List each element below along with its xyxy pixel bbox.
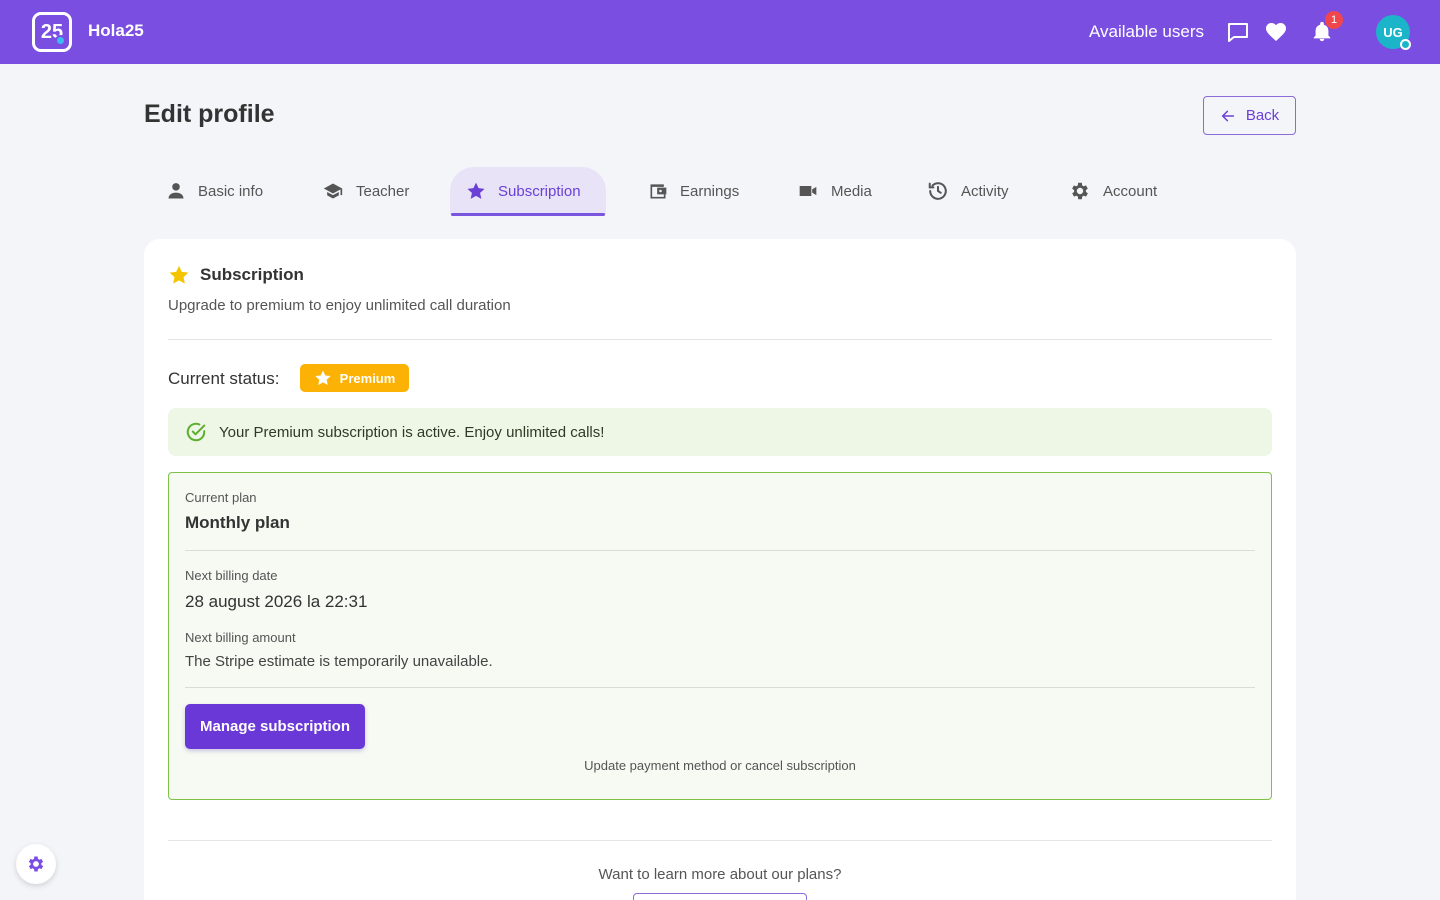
success-alert: Your Premium subscription is active. Enj… bbox=[168, 408, 1272, 456]
graduation-cap-icon bbox=[323, 183, 343, 199]
tab-teacher[interactable]: Teacher bbox=[306, 167, 425, 215]
chat-icon[interactable] bbox=[1225, 19, 1251, 45]
brand-name[interactable]: Hola25 bbox=[88, 21, 144, 41]
section-title-text: Subscription bbox=[200, 265, 304, 284]
tab-earnings[interactable]: Earnings bbox=[632, 167, 755, 215]
tab-label: Teacher bbox=[356, 182, 410, 200]
star-icon bbox=[314, 370, 331, 386]
section-subtitle: Upgrade to premium to enjoy unlimited ca… bbox=[168, 297, 511, 314]
gear-icon bbox=[28, 856, 44, 872]
top-bar: 25 Hola25 Available users 1 UG bbox=[0, 0, 1440, 64]
settings-fab[interactable] bbox=[16, 844, 56, 884]
tab-account[interactable]: Account bbox=[1053, 167, 1173, 215]
tab-label: Earnings bbox=[680, 182, 740, 200]
tab-subscription[interactable]: Subscription bbox=[450, 167, 606, 216]
avatar[interactable]: UG bbox=[1376, 15, 1411, 50]
arrow-left-icon bbox=[1221, 110, 1234, 121]
manage-subscription-button[interactable]: Manage subscription bbox=[185, 704, 365, 749]
learn-more-text: Want to learn more about our plans? bbox=[598, 866, 842, 883]
plan-details-box bbox=[168, 472, 1272, 800]
gear-icon bbox=[1072, 182, 1088, 200]
next-billing-date-label: Next billing date bbox=[185, 568, 278, 583]
check-circle-icon bbox=[186, 422, 206, 442]
divider bbox=[185, 687, 1255, 688]
page-title: Edit profile bbox=[144, 100, 275, 128]
person-icon bbox=[168, 183, 184, 199]
status-badge-text: Premium bbox=[339, 370, 396, 386]
tab-label: Subscription bbox=[498, 182, 581, 200]
status-label: Current status: bbox=[168, 369, 280, 388]
manage-help-text: Update payment method or cancel subscrip… bbox=[584, 758, 856, 773]
tab-basic-info[interactable]: Basic info bbox=[150, 167, 279, 215]
current-plan-value: Monthly plan bbox=[185, 513, 290, 532]
star-icon bbox=[169, 265, 189, 284]
back-button[interactable]: Back bbox=[1203, 96, 1296, 135]
tab-media[interactable]: Media bbox=[781, 167, 888, 215]
divider bbox=[185, 550, 1255, 551]
divider bbox=[168, 339, 1272, 340]
current-plan-label: Current plan bbox=[185, 490, 257, 505]
app-logo[interactable]: 25 bbox=[32, 12, 72, 52]
next-billing-amount-label: Next billing amount bbox=[185, 630, 296, 645]
tab-activity[interactable]: Activity bbox=[911, 167, 1025, 215]
video-camera-icon bbox=[799, 186, 817, 196]
notification-badge: 1 bbox=[1325, 11, 1343, 29]
tab-label: Account bbox=[1103, 182, 1158, 200]
available-users-link[interactable]: Available users bbox=[1089, 22, 1204, 42]
divider bbox=[168, 840, 1272, 841]
tab-label: Media bbox=[831, 182, 872, 200]
star-icon bbox=[467, 182, 485, 199]
alert-text: Your Premium subscription is active. Enj… bbox=[219, 423, 605, 441]
wallet-icon bbox=[650, 184, 667, 199]
back-button-label: Back bbox=[1245, 107, 1280, 124]
logo-badge bbox=[55, 35, 66, 46]
avatar-initials: UG bbox=[1383, 24, 1403, 40]
view-plans-button[interactable] bbox=[633, 893, 807, 900]
next-billing-date-value: 28 august 2026 la 22:31 bbox=[185, 592, 368, 611]
tab-label: Activity bbox=[961, 182, 1009, 200]
online-status-dot bbox=[1400, 39, 1411, 50]
next-billing-amount-value: The Stripe estimate is temporarily unava… bbox=[185, 653, 493, 670]
section-title: Subscription bbox=[168, 264, 304, 286]
tab-label: Basic info bbox=[198, 182, 264, 200]
status-badge: Premium bbox=[300, 364, 409, 392]
history-icon bbox=[928, 182, 947, 200]
heart-icon[interactable] bbox=[1263, 19, 1289, 45]
